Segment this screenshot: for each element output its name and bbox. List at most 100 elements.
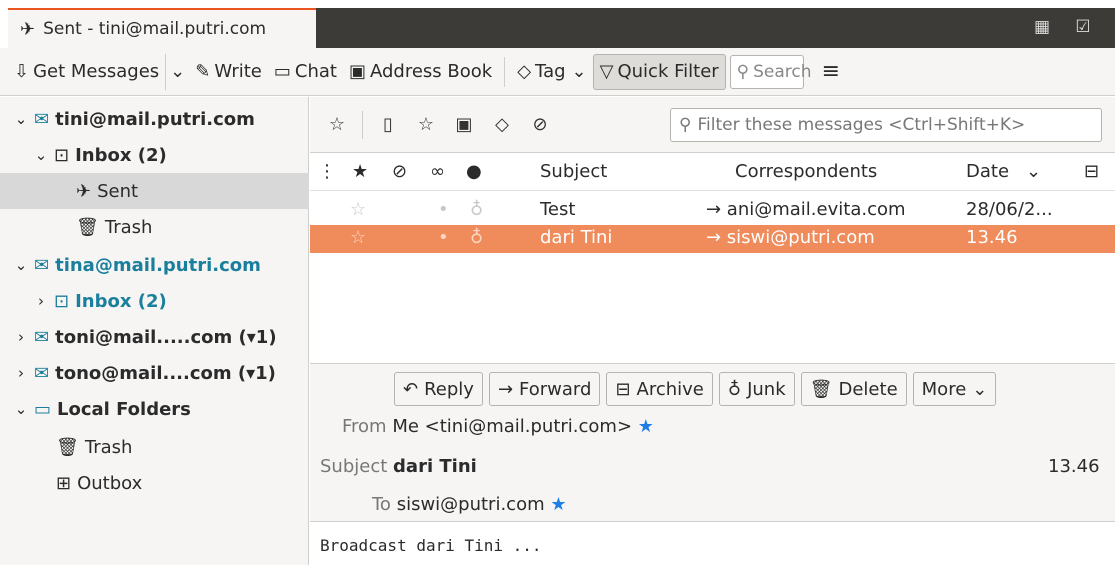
read-column-icon[interactable]: ∞ <box>430 161 445 182</box>
folder-icon: ▭ <box>34 398 52 420</box>
inbox-icon: ⊡ <box>54 290 70 312</box>
title-bar-background <box>316 8 1115 48</box>
attachment-filter-icon[interactable]: ⊘ <box>521 114 559 135</box>
calendar-icon[interactable]: ▦ <box>1031 16 1053 38</box>
star-filter-icon[interactable]: ☆ <box>407 114 445 135</box>
tab-title: Sent - tini@mail.putri.com <box>43 19 267 39</box>
message-date: 13.46 <box>966 227 1018 248</box>
junk-status-icon[interactable]: ♁ <box>470 199 483 220</box>
archive-label: Archive <box>636 378 704 400</box>
star-icon[interactable]: ☆ <box>350 227 366 248</box>
tag-icon: ◇ <box>517 61 532 82</box>
column-picker-icon[interactable]: ⊟ <box>1084 161 1099 182</box>
search-icon: ⚲ <box>679 115 692 135</box>
folder-label: Inbox (2) <box>75 144 167 166</box>
attachment-column-icon[interactable]: ⊘ <box>392 161 407 182</box>
filter-icon: ▽ <box>599 61 614 82</box>
chevron-down-icon: ⌄ <box>14 110 28 128</box>
quick-filter-button[interactable]: ▽ Quick Filter <box>592 53 726 90</box>
tasks-icon[interactable]: ☑ <box>1072 16 1094 38</box>
tag-label: Tag <box>535 61 566 82</box>
sent-icon: ✈ <box>76 180 92 202</box>
write-button[interactable]: ✎ Write <box>189 54 268 90</box>
read-status-icon[interactable]: • <box>438 227 449 248</box>
write-label: Write <box>214 61 262 82</box>
from-line: From Me <tini@mail.putri.com> ★ <box>342 416 654 437</box>
menu-icon[interactable]: ≡ <box>822 59 840 84</box>
pin-icon[interactable]: ☆ <box>318 114 356 135</box>
mail-icon: ✉ <box>34 108 50 130</box>
date-column[interactable]: Date <box>966 161 1009 182</box>
sent-icon: ✈ <box>20 18 36 40</box>
thread-column-icon[interactable]: ⋮ <box>318 161 336 182</box>
chevron-right-icon: › <box>18 364 24 382</box>
chevron-down-icon: ⌄ <box>972 378 988 400</box>
account-tina[interactable]: ⌄ ✉ tina@mail.putri.com <box>0 247 309 283</box>
chat-label: Chat <box>294 61 337 82</box>
reply-button[interactable]: ↶ Reply <box>394 372 483 406</box>
correspondents-column[interactable]: Correspondents <box>735 161 877 182</box>
star-column-icon[interactable]: ★ <box>352 161 368 182</box>
filter-messages-input[interactable]: ⚲ Filter these messages <Ctrl+Shift+K> <box>670 108 1102 142</box>
chevron-down-icon: ⌄ <box>1026 161 1042 182</box>
account-tono[interactable]: › ✉ tono@mail....com (▾1) <box>0 355 309 391</box>
chat-button[interactable]: ▭ Chat <box>268 54 343 90</box>
folder-sent[interactable]: ✈ Sent <box>0 173 309 209</box>
forward-icon: → <box>497 378 514 400</box>
folder-inbox-tina[interactable]: › ⊡ Inbox (2) <box>0 283 309 319</box>
forward-label: Forward <box>519 378 592 400</box>
folder-label: Sent <box>97 180 139 202</box>
archive-icon: ⊟ <box>615 378 631 400</box>
message-area: ☆ ▯ ☆ ▣ ◇ ⊘ ⚲ Filter these messages <Ctr… <box>310 97 1115 565</box>
local-folders[interactable]: ⌄ ▭ Local Folders <box>0 391 309 427</box>
contact-filter-icon[interactable]: ▣ <box>445 114 483 135</box>
forward-button[interactable]: → Forward <box>488 372 601 406</box>
unread-filter-icon[interactable]: ▯ <box>369 114 407 135</box>
local-folder-trash[interactable]: 🗑 Trash <box>0 429 309 465</box>
search-icon: ⚲ <box>736 61 750 82</box>
get-messages-dropdown[interactable]: ⌄ <box>165 53 189 90</box>
account-tini[interactable]: ⌄ ✉ tini@mail.putri.com <box>0 101 309 137</box>
star-icon[interactable]: ★ <box>638 416 654 437</box>
get-messages-button[interactable]: ⇩ Get Messages <box>0 54 165 90</box>
to-value[interactable]: siswi@putri.com <box>397 494 545 515</box>
download-icon: ⇩ <box>14 61 30 82</box>
tag-button[interactable]: ◇ Tag ⌄ <box>511 54 592 90</box>
table-row[interactable]: ☆ • ♁ Test → ani@mail.evita.com 28/06/2.… <box>310 197 1115 225</box>
trash-icon: 🗑 <box>76 216 99 238</box>
to-line: To siswi@putri.com ★ <box>372 494 567 515</box>
folder-inbox[interactable]: ⌄ ⊡ Inbox (2) <box>0 137 309 173</box>
reply-label: Reply <box>424 378 474 400</box>
star-icon[interactable]: ☆ <box>350 199 366 220</box>
local-folder-outbox[interactable]: ⊞ Outbox <box>0 465 309 501</box>
account-toni[interactable]: › ✉ toni@mail.....com (▾1) <box>0 319 309 355</box>
toolbar-separator <box>504 56 506 87</box>
delete-button[interactable]: 🗑 Delete <box>800 372 907 406</box>
address-book-button[interactable]: ▣ Address Book <box>343 54 498 90</box>
message-correspondent: → siswi@putri.com <box>706 227 875 248</box>
folder-trash[interactable]: 🗑 Trash <box>0 209 309 245</box>
chat-icon: ▭ <box>273 61 291 82</box>
subject-column[interactable]: Subject <box>540 161 607 182</box>
trash-icon: 🗑 <box>56 436 79 458</box>
more-button[interactable]: More ⌄ <box>912 372 997 406</box>
tag-filter-icon[interactable]: ◇ <box>483 114 521 135</box>
chevron-down-icon: ⌄ <box>34 146 48 164</box>
search-input[interactable]: ⚲ Search <box>729 54 812 89</box>
table-row-selected[interactable]: ☆ • ♁ dari Tini → siswi@putri.com 13.46 <box>310 225 1115 253</box>
junk-column-icon[interactable]: ● <box>466 161 482 182</box>
archive-button[interactable]: ⊟ Archive <box>606 372 713 406</box>
message-subject: dari Tini <box>540 227 613 248</box>
chevron-down-icon: ⌄ <box>14 256 28 274</box>
get-messages-label: Get Messages <box>33 61 160 82</box>
from-value[interactable]: Me <tini@mail.putri.com> <box>392 416 632 437</box>
outbox-icon: ⊞ <box>56 472 72 494</box>
from-label: From <box>342 416 387 437</box>
star-icon[interactable]: ★ <box>550 494 566 515</box>
to-label: To <box>372 494 391 515</box>
junk-status-icon[interactable]: ♁ <box>470 227 483 248</box>
junk-button[interactable]: ♁ Junk <box>718 372 795 406</box>
tab-sent[interactable]: ✈ Sent - tini@mail.putri.com <box>8 8 316 48</box>
read-status-icon[interactable]: • <box>438 199 449 220</box>
folder-label: Trash <box>84 436 133 458</box>
